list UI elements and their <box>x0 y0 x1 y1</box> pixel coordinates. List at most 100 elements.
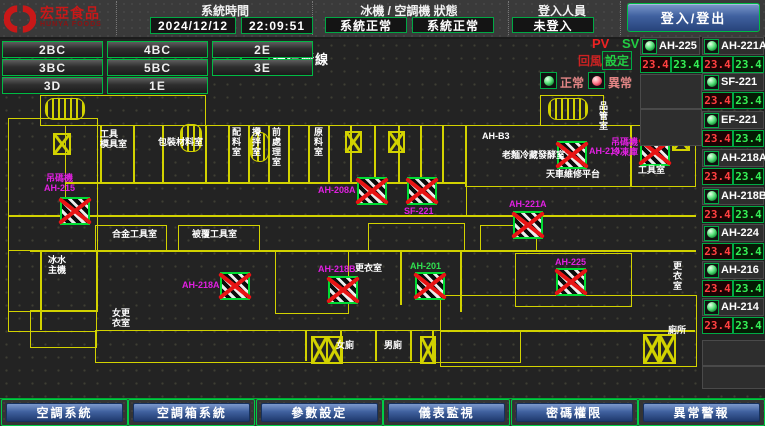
nav-button-5[interactable]: 密碼權限 <box>516 403 633 422</box>
equipment-label-冷凍庫: 吊碼機 冷凍庫 <box>611 137 638 157</box>
floor-button-3bc[interactable]: 3BC <box>2 59 103 76</box>
equipment-ah-218b[interactable] <box>328 276 358 304</box>
unit-name-label: EF-221 <box>721 114 757 126</box>
equipment-ah-208a[interactable] <box>357 177 387 205</box>
wall-segment <box>420 125 422 182</box>
ahu-status-value: 系統正常 <box>412 17 494 33</box>
abnormal-legend-label: 異常 <box>608 74 632 91</box>
pv-header-label: PV <box>592 36 609 51</box>
equipment-ah-218a[interactable] <box>220 272 250 300</box>
equipment-label-sf-221: SF-221 <box>404 206 434 216</box>
status-lamp-light <box>707 228 717 238</box>
equipment-label-ah-225: AH-225 <box>555 257 586 267</box>
nav-cell: 儀表監視 <box>383 399 510 426</box>
floor-button-2e[interactable]: 2E <box>212 41 313 58</box>
floor-button-1e[interactable]: 1E <box>107 77 208 94</box>
floor-button-3e[interactable]: 3E <box>212 59 313 76</box>
unit-row-ah-218b[interactable]: AH-218B <box>702 187 764 205</box>
sv-display-ah-218b: 23.4 <box>733 206 764 223</box>
nav-button-1[interactable]: 空調系統 <box>6 403 123 422</box>
status-lamp <box>704 39 719 54</box>
room-label: 合金工具室 <box>112 229 157 239</box>
normal-legend-label: 正常 <box>560 74 584 91</box>
unit-row-ef-221[interactable]: EF-221 <box>702 111 764 129</box>
pv-display-ah-224: 23.4 <box>702 243 733 260</box>
status-lamp <box>704 151 719 166</box>
lift-x-symbol <box>388 131 405 153</box>
pv-display-ah-216: 23.4 <box>702 280 733 297</box>
login-logout-button[interactable]: 登入/登出 <box>627 3 760 32</box>
wall-segment <box>460 250 462 312</box>
room-label: 品管室 <box>598 101 608 131</box>
nav-button-4[interactable]: 儀表監視 <box>388 403 505 422</box>
sv-display-ah-218a: 23.4 <box>733 168 764 185</box>
pv-display-ef-221: 23.4 <box>702 130 733 147</box>
stairs-icon <box>548 98 588 120</box>
wall-segment <box>442 125 444 182</box>
sv-display-ah-224: 23.4 <box>733 243 764 260</box>
status-lamp-light <box>707 302 717 312</box>
nav-cell: 空調箱系統 <box>128 399 255 426</box>
room-label: 女更 衣室 <box>112 308 130 328</box>
company-logo: 宏亞食品 HUNYA FOODS <box>4 2 114 35</box>
empty-panel-slot <box>640 74 702 109</box>
status-lamp <box>704 226 719 241</box>
floor-plan: 吊碼機 AH-215AH-218AAH-218BAH-201AH-208ASF-… <box>0 93 700 397</box>
equipment-label-ah-215: 吊碼機 AH-215 <box>44 173 75 193</box>
abnormal-lamp-icon <box>588 72 605 89</box>
divider <box>116 1 117 35</box>
nav-button-3[interactable]: 參數設定 <box>261 403 378 422</box>
unit-name-label: AH-214 <box>721 301 759 313</box>
brand-name: 宏亞食品 <box>40 8 102 19</box>
lift-x-symbol <box>658 334 676 364</box>
unit-row-ah-225[interactable]: AH-225 <box>640 37 700 55</box>
pv-display-sf-221: 23.4 <box>702 92 733 109</box>
room-label: 包裝材料室 <box>158 137 203 147</box>
brand-name-en: HUNYA FOODS <box>40 19 102 30</box>
pv-caption-label: 回風 <box>578 52 602 69</box>
wall-segment <box>8 215 696 217</box>
scada-screen: 宏亞食品 HUNYA FOODS 系統時間 2024/12/12 22:09:5… <box>0 0 765 426</box>
wall-segment <box>305 330 307 361</box>
unit-row-ah-218a[interactable]: AH-218A <box>702 149 764 167</box>
lift-x-symbol <box>53 133 71 155</box>
unit-row-ah-224[interactable]: AH-224 <box>702 224 764 242</box>
unit-name-label: AH-216 <box>721 264 759 276</box>
room-label: 廁所 <box>668 325 686 335</box>
sv-display-ah-214: 23.4 <box>733 317 764 334</box>
equipment-sf-221[interactable] <box>407 177 437 205</box>
status-lamp-light <box>707 265 717 275</box>
room-label: 冰水 主機 <box>48 255 66 275</box>
empty-panel-slot <box>702 366 765 389</box>
nav-button-6[interactable]: 異常警報 <box>643 403 760 422</box>
floor-button-2bc[interactable]: 2BC <box>2 41 103 58</box>
unit-name-label: SF-221 <box>721 76 757 88</box>
nav-cell: 參數設定 <box>256 399 383 426</box>
sv-display-ah-216: 23.4 <box>733 280 764 297</box>
equipment-ah-215[interactable] <box>60 197 90 225</box>
wall-segment <box>410 330 412 361</box>
floor-button-4bc[interactable]: 4BC <box>107 41 208 58</box>
floor-button-5bc[interactable]: 5BC <box>107 59 208 76</box>
unit-row-sf-221[interactable]: SF-221 <box>702 73 764 91</box>
nav-button-2[interactable]: 空調箱系統 <box>133 403 250 422</box>
wall-segment <box>440 330 695 332</box>
wall-segment <box>368 223 465 251</box>
floor-button-3d[interactable]: 3D <box>2 77 103 94</box>
wall-segment <box>95 330 521 363</box>
empty-panel-slot <box>640 109 702 146</box>
equipment-ah-225[interactable] <box>556 268 586 296</box>
equipment-label-ah-218a: AH-218A <box>182 280 220 290</box>
login-status-value: 未登入 <box>512 17 594 33</box>
unit-row-ah-214[interactable]: AH-214 <box>702 298 764 316</box>
unit-row-ah-221a[interactable]: AH-221A <box>702 37 764 55</box>
unit-row-ah-216[interactable]: AH-216 <box>702 261 764 279</box>
room-label: 男廁 <box>384 340 402 350</box>
system-date-value: 2024/12/12 <box>150 17 236 34</box>
wall-segment <box>205 125 207 182</box>
nav-cell: 密碼權限 <box>511 399 638 426</box>
sv-display-ah-221a: 23.4 <box>733 56 764 73</box>
equipment-ah-221a[interactable] <box>513 211 543 239</box>
system-time-value: 22:09:51 <box>241 17 313 34</box>
equipment-ah-201[interactable] <box>415 272 445 300</box>
